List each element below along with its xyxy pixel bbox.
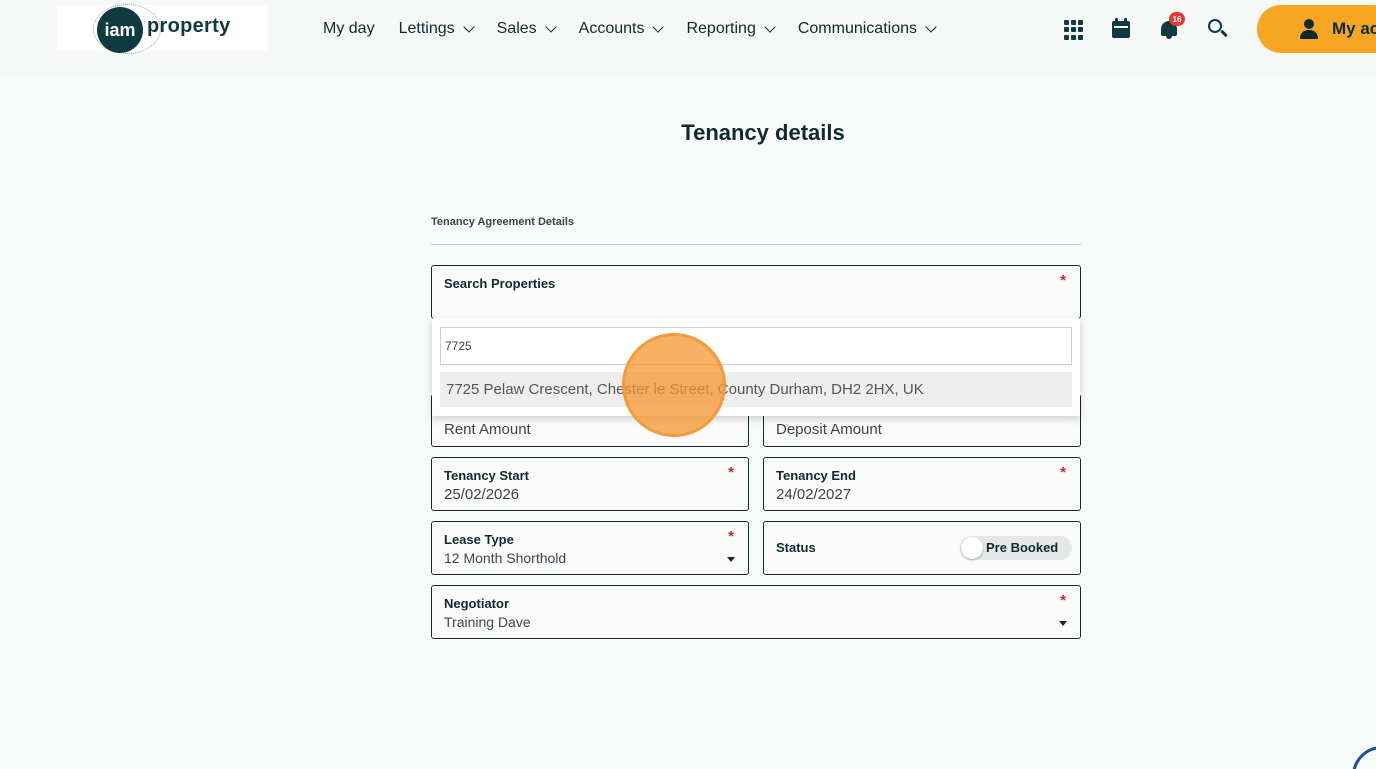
lease-type-value: 12 Month Shorthold bbox=[444, 550, 567, 566]
negotiator-value: Training Dave bbox=[444, 614, 531, 630]
page-title: Tenancy details bbox=[681, 120, 845, 145]
tenancy-start-value: 25/02/2026 bbox=[444, 486, 520, 503]
top-header: iam property My day Lettings Sales Accou… bbox=[0, 0, 1376, 76]
required-marker: * bbox=[1060, 592, 1066, 609]
field-label: Tenancy Start bbox=[444, 468, 530, 483]
property-search-dropdown: 7725 7725 Pelaw Crescent, Chester le Str… bbox=[432, 318, 1080, 416]
help-widget-button[interactable] bbox=[1352, 746, 1376, 769]
my-account-button[interactable]: My ac bbox=[1257, 5, 1376, 53]
nav-label: Lettings bbox=[398, 20, 455, 37]
user-icon bbox=[1300, 19, 1318, 39]
field-label: Search Properties bbox=[444, 276, 556, 291]
required-marker: * bbox=[728, 464, 734, 481]
tenancy-end-value: 24/02/2027 bbox=[776, 486, 852, 503]
status-toggle[interactable]: Pre Booked bbox=[960, 536, 1072, 560]
required-marker: * bbox=[1060, 272, 1066, 289]
toggle-label: Pre Booked bbox=[986, 540, 1059, 555]
required-marker: * bbox=[728, 528, 734, 545]
deposit-amount-placeholder: Deposit Amount bbox=[776, 421, 882, 438]
nav-lettings[interactable]: Lettings bbox=[398, 19, 475, 39]
nav-label: Communications bbox=[797, 20, 917, 37]
nav-accounts[interactable]: Accounts bbox=[578, 19, 665, 39]
toggle-knob bbox=[961, 537, 983, 559]
logo-wordmark: property bbox=[147, 15, 231, 37]
negotiator-select[interactable]: Negotiator Training Dave * bbox=[431, 585, 1081, 639]
rent-amount-placeholder: Rent Amount bbox=[444, 421, 531, 438]
main-nav: My day Lettings Sales Accounts Reporting… bbox=[323, 19, 959, 39]
nav-communications[interactable]: Communications bbox=[797, 19, 937, 39]
nav-sales[interactable]: Sales bbox=[496, 19, 557, 39]
nav-label: My day bbox=[323, 20, 375, 37]
field-label: Status bbox=[776, 540, 816, 555]
tenancy-start-field[interactable]: Tenancy Start 25/02/2026 * bbox=[431, 457, 749, 511]
nav-label: Sales bbox=[496, 20, 537, 37]
logo-mark: iam bbox=[97, 7, 143, 53]
account-label: My ac bbox=[1332, 19, 1376, 38]
chevron-down-icon bbox=[764, 20, 776, 33]
caret-down-icon bbox=[1059, 621, 1067, 626]
tenancy-end-field[interactable]: Tenancy End 24/02/2027 * bbox=[763, 457, 1081, 511]
nav-label: Accounts bbox=[578, 20, 645, 37]
lease-type-select[interactable]: Lease Type 12 Month Shorthold * bbox=[431, 521, 749, 575]
iam-property-logo[interactable]: iam property bbox=[57, 4, 267, 54]
section-label: Tenancy Agreement Details bbox=[431, 216, 575, 228]
caret-down-icon bbox=[727, 557, 735, 562]
field-label: Tenancy End bbox=[776, 468, 856, 483]
nav-my-day[interactable]: My day bbox=[323, 19, 375, 39]
divider bbox=[431, 244, 1081, 245]
chevron-down-icon bbox=[925, 20, 937, 33]
chevron-down-icon bbox=[544, 20, 557, 33]
status-field: Status Pre Booked bbox=[763, 521, 1081, 575]
property-option[interactable]: 7725 Pelaw Crescent, Chester le Street, … bbox=[440, 372, 1072, 407]
notification-badge: 16 bbox=[1169, 12, 1185, 26]
search-icon[interactable] bbox=[1207, 18, 1229, 40]
chevron-down-icon bbox=[652, 20, 665, 33]
required-marker: * bbox=[1060, 464, 1066, 481]
apps-grid-icon[interactable] bbox=[1063, 18, 1085, 40]
calendar-icon[interactable] bbox=[1111, 18, 1133, 40]
chevron-down-icon bbox=[462, 20, 475, 33]
field-label: Negotiator bbox=[444, 596, 509, 611]
field-label: Lease Type bbox=[444, 532, 514, 547]
nav-label: Reporting bbox=[686, 20, 756, 37]
property-search-input[interactable]: 7725 bbox=[440, 327, 1072, 365]
click-indicator bbox=[622, 333, 726, 437]
nav-reporting[interactable]: Reporting bbox=[686, 19, 776, 39]
search-properties-field[interactable]: Search Properties * bbox=[431, 265, 1081, 319]
